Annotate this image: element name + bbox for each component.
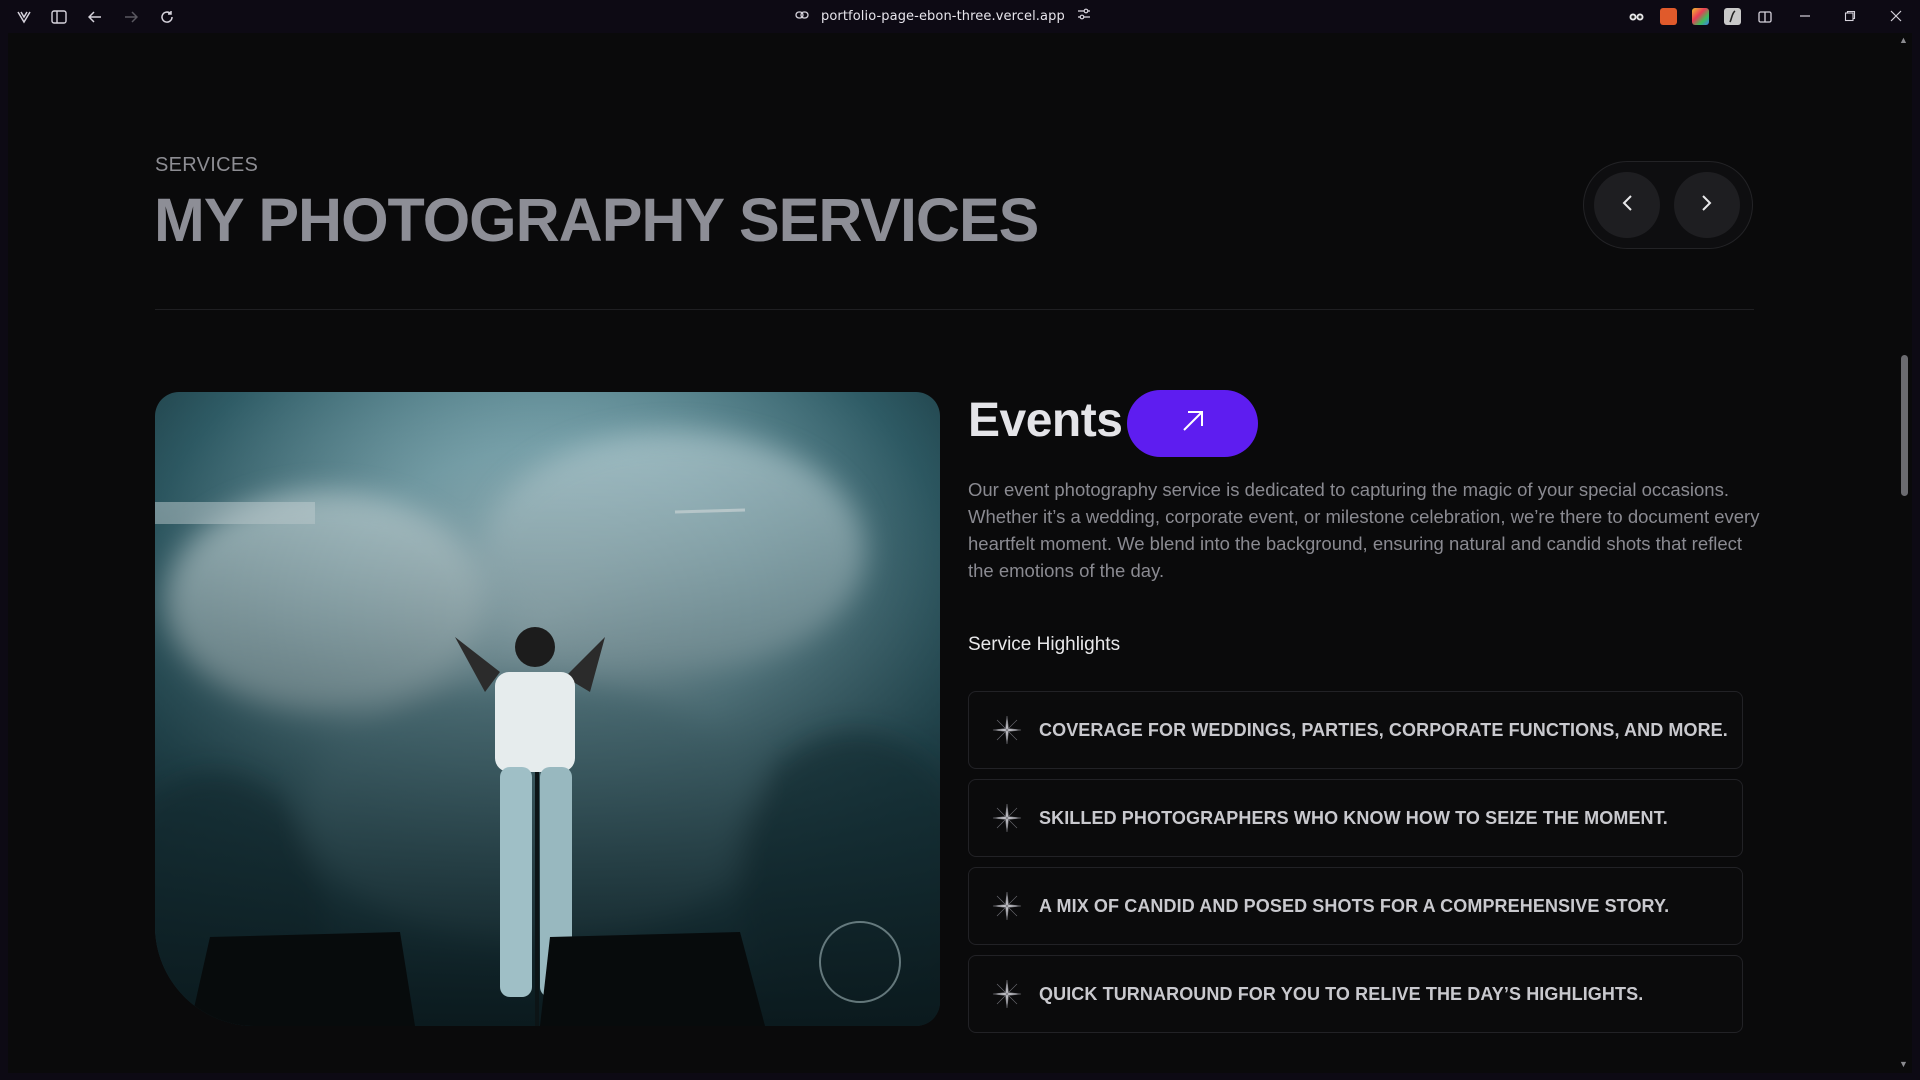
service-image [155,392,940,1026]
highlight-text: SKILLED PHOTOGRAPHERS WHO KNOW HOW TO SE… [1039,807,1668,828]
link-icon [795,7,809,25]
extension-rainbow-icon[interactable] [1692,8,1709,25]
reload-icon[interactable] [157,7,177,27]
section-eyebrow: SERVICES [155,154,259,176]
sparkle-icon [992,891,1022,921]
address-bar[interactable]: portfolio-page-ebon-three.vercel.app [795,5,1091,27]
window-border [1912,33,1920,1080]
sidebar-toggle-icon[interactable] [49,7,69,27]
section-divider [155,309,1754,310]
highlight-text: COVERAGE FOR WEDDINGS, PARTIES, CORPORAT… [1039,719,1728,740]
window-border [0,33,8,1080]
vivaldi-logo-icon[interactable] [14,7,34,27]
chevron-right-icon [1701,192,1713,218]
extension-orange-icon[interactable] [1660,8,1677,25]
back-icon[interactable] [85,7,105,27]
carousel-next-button[interactable] [1674,172,1740,238]
url-text[interactable]: portfolio-page-ebon-three.vercel.app [821,9,1065,24]
highlight-item: A MIX OF CANDID AND POSED SHOTS FOR A CO… [968,867,1743,945]
restore-icon[interactable] [1840,6,1860,26]
scrollbar-thumb[interactable] [1901,355,1908,496]
sparkle-icon [992,979,1022,1009]
extension-script-icon[interactable] [1724,8,1741,25]
page-scrollbar[interactable]: ▲ ▼ [1896,33,1912,1073]
sparkle-icon [992,715,1022,745]
service-description: Our event photography service is dedicat… [968,479,1760,581]
service-link-button[interactable] [1127,390,1258,457]
carousel-nav [1583,161,1753,249]
highlight-item: QUICK TURNAROUND FOR YOU TO RELIVE THE D… [968,955,1743,1033]
sparkle-icon [992,803,1022,833]
page-viewport: SERVICES MY PHOTOGRAPHY SERVICES Events … [8,33,1896,1073]
window-border [0,1073,1920,1080]
chevron-left-icon [1621,192,1633,218]
highlight-text: QUICK TURNAROUND FOR YOU TO RELIVE THE D… [1039,983,1644,1004]
tune-icon[interactable] [1077,7,1091,25]
service-title: Events [968,394,1123,447]
carousel-prev-button[interactable] [1594,172,1660,238]
minimize-icon[interactable] [1795,6,1815,26]
extension-eye-icon[interactable] [1628,8,1645,25]
panel-icon[interactable] [1755,7,1775,27]
forward-icon[interactable] [121,7,141,27]
scroll-up-icon[interactable]: ▲ [1899,35,1908,45]
highlights-heading: Service Highlights [968,634,1121,655]
browser-toolbar: portfolio-page-ebon-three.vercel.app [0,0,1920,33]
scroll-down-icon[interactable]: ▼ [1899,1059,1908,1069]
close-icon[interactable] [1886,6,1906,26]
highlight-text: A MIX OF CANDID AND POSED SHOTS FOR A CO… [1039,895,1670,916]
page-title: MY PHOTOGRAPHY SERVICES [154,186,1039,254]
arrow-up-right-icon [1180,408,1206,439]
highlight-item: SKILLED PHOTOGRAPHERS WHO KNOW HOW TO SE… [968,779,1743,857]
highlight-item: COVERAGE FOR WEDDINGS, PARTIES, CORPORAT… [968,691,1743,769]
